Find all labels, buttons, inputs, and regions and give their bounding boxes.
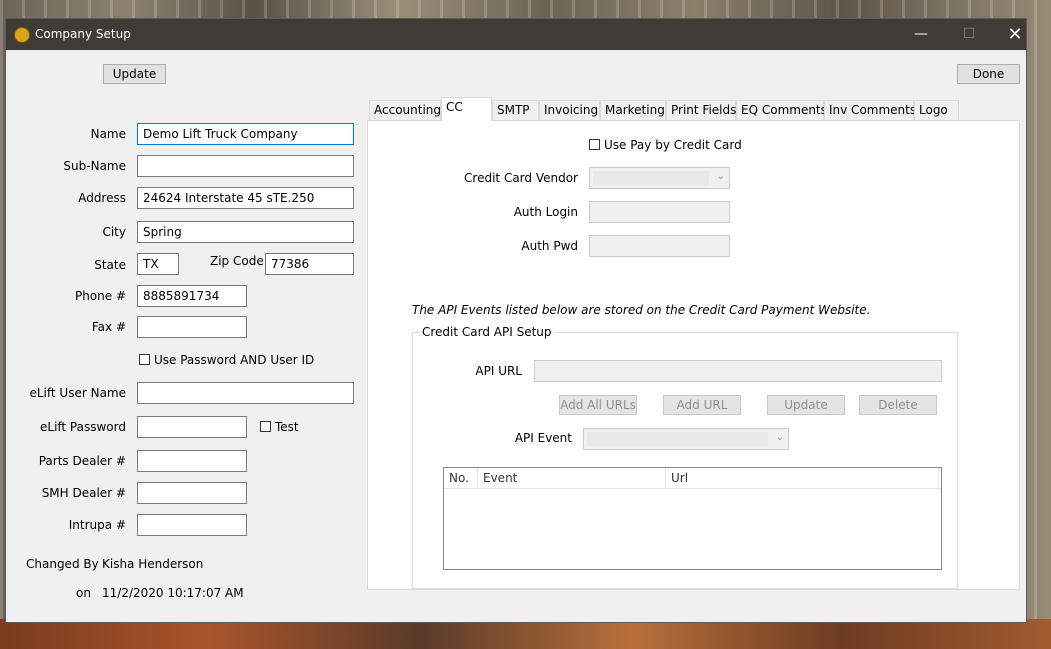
- credit-card-api-setup-group: Credit Card API Setup API URL Add All UR…: [412, 325, 958, 589]
- parts-dealer-field[interactable]: [137, 450, 247, 472]
- elift-password-label: eLift Password: [40, 420, 126, 434]
- use-pay-by-credit-card-checkbox[interactable]: [589, 139, 600, 150]
- city-field[interactable]: Spring: [137, 221, 354, 243]
- elift-user-label: eLift User Name: [29, 386, 126, 400]
- name-label: Name: [90, 127, 126, 141]
- state-label: State: [94, 258, 126, 272]
- tab-inv-comments[interactable]: Inv Comments: [824, 100, 916, 120]
- subname-field[interactable]: [137, 155, 354, 177]
- tab-invoicing[interactable]: Invoicing: [539, 100, 600, 120]
- done-button[interactable]: Done: [957, 64, 1020, 84]
- tab-marketing[interactable]: Marketing: [600, 100, 666, 120]
- column-header-event[interactable]: Event: [483, 471, 517, 485]
- cc-tab-panel: Use Pay by Credit Card Credit Card Vendo…: [367, 120, 1020, 590]
- on-label: on: [76, 586, 91, 600]
- auth-login-field[interactable]: [589, 201, 730, 223]
- delete-button[interactable]: Delete: [859, 395, 937, 415]
- changed-by-label: Changed By: [26, 557, 99, 571]
- phone-label: Phone #: [74, 289, 126, 303]
- phone-field[interactable]: 8885891734: [137, 285, 247, 307]
- maximize-icon[interactable]: ☐: [946, 19, 992, 50]
- tab-print-fields[interactable]: Print Fields: [666, 100, 736, 120]
- use-password-label: Use Password AND User ID: [154, 353, 315, 367]
- elift-password-field[interactable]: [137, 416, 247, 438]
- group-title: Credit Card API Setup: [420, 325, 554, 339]
- zip-label: Zip Code: [210, 254, 264, 268]
- update-button[interactable]: Update: [103, 64, 166, 84]
- api-events-list[interactable]: No. Event Url: [443, 467, 942, 570]
- column-separator: [665, 468, 666, 488]
- fax-label: Fax #: [91, 320, 126, 334]
- minimize-icon[interactable]: —: [898, 19, 944, 50]
- api-url-field[interactable]: [534, 360, 942, 382]
- column-separator: [938, 468, 939, 488]
- smh-dealer-label: SMH Dealer #: [41, 486, 126, 500]
- intrupa-label: Intrupa #: [68, 518, 126, 532]
- list-header: No. Event Url: [444, 468, 941, 489]
- subname-label: Sub-Name: [63, 159, 126, 173]
- intrupa-field[interactable]: [137, 514, 247, 536]
- column-header-no[interactable]: No.: [449, 471, 469, 485]
- address-field[interactable]: 24624 Interstate 45 sTE.250: [137, 187, 354, 209]
- fax-field[interactable]: [137, 316, 247, 338]
- name-field[interactable]: Demo Lift Truck Company: [137, 123, 354, 145]
- changed-by-value: Kisha Henderson: [102, 557, 204, 571]
- city-label: City: [102, 225, 126, 239]
- api-update-button[interactable]: Update: [767, 395, 845, 415]
- combo-value-area: [593, 171, 709, 185]
- zip-field[interactable]: 77386: [265, 253, 354, 275]
- combo-value-area: [587, 432, 768, 446]
- add-url-button[interactable]: Add URL: [663, 395, 741, 415]
- use-password-checkbox[interactable]: [139, 354, 150, 365]
- tab-cc[interactable]: CC: [441, 97, 492, 121]
- api-event-label: API Event: [514, 431, 572, 445]
- column-header-url[interactable]: Url: [671, 471, 688, 485]
- tab-accounting[interactable]: Accounting: [369, 100, 441, 120]
- app-icon: [14, 27, 30, 43]
- parts-dealer-label: Parts Dealer #: [38, 454, 126, 468]
- chevron-down-icon: ⌄: [716, 171, 725, 182]
- test-checkbox[interactable]: [260, 421, 271, 432]
- tab-logo[interactable]: Logo: [914, 100, 959, 120]
- add-all-urls-button[interactable]: Add All URLs: [559, 395, 637, 415]
- chevron-down-icon: ⌄: [775, 432, 784, 443]
- tab-eq-comments[interactable]: EQ Comments: [736, 100, 827, 120]
- api-url-label: API URL: [475, 364, 522, 378]
- window-title: Company Setup: [35, 27, 131, 41]
- auth-login-label: Auth Login: [513, 205, 578, 219]
- address-label: Address: [78, 191, 126, 205]
- use-pay-by-credit-card-label: Use Pay by Credit Card: [604, 138, 742, 152]
- credit-card-vendor-select[interactable]: ⌄: [589, 167, 730, 189]
- tab-smtp[interactable]: SMTP: [492, 100, 539, 120]
- desktop-background-bottom: [0, 619, 1051, 649]
- changed-on-value: 11/2/2020 10:17:07 AM: [102, 586, 244, 600]
- auth-pwd-label: Auth Pwd: [521, 239, 578, 253]
- smh-dealer-field[interactable]: [137, 482, 247, 504]
- company-setup-window: Company Setup — ☐ ✕ Update Done Name Dem…: [5, 18, 1027, 623]
- close-icon[interactable]: ✕: [992, 19, 1038, 50]
- auth-pwd-field[interactable]: [589, 235, 730, 257]
- test-label: Test: [275, 420, 299, 434]
- api-event-select[interactable]: ⌄: [583, 428, 789, 450]
- column-separator: [477, 468, 478, 488]
- title-bar: Company Setup — ☐ ✕: [6, 19, 1026, 50]
- elift-user-field[interactable]: [137, 382, 354, 404]
- credit-card-vendor-label: Credit Card Vendor: [464, 171, 578, 185]
- api-events-note: The API Events listed below are stored o…: [412, 303, 871, 317]
- state-field[interactable]: TX: [137, 253, 179, 275]
